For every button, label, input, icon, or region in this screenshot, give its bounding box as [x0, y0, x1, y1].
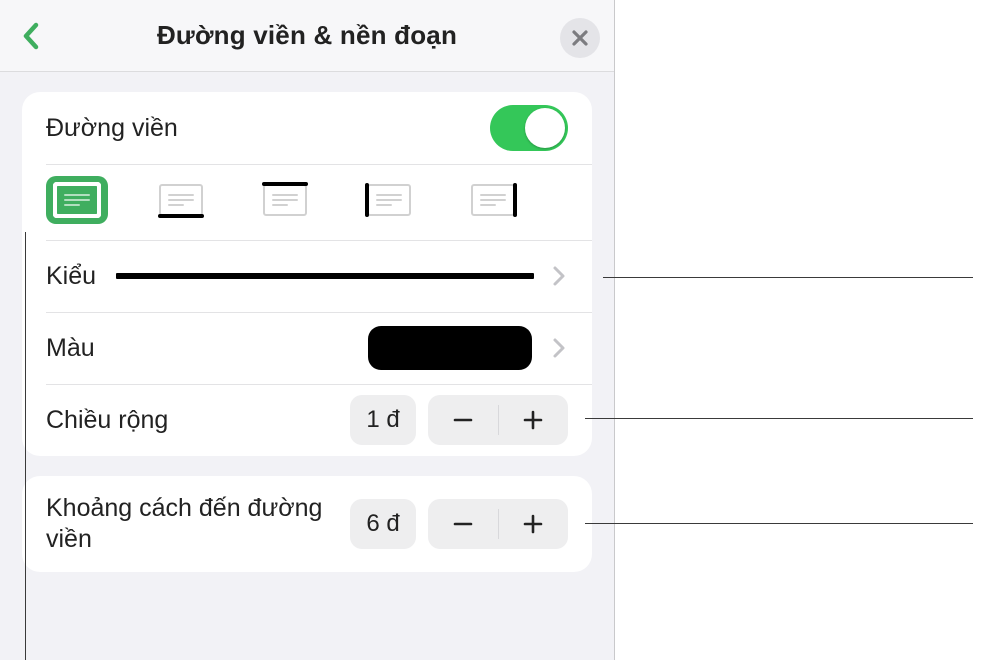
width-increment-button[interactable] [499, 395, 569, 445]
offset-row: Khoảng cách đến đường viền 6 đ [22, 476, 592, 572]
border-toggle-label: Đường viền [46, 114, 178, 143]
line-style-preview [116, 273, 534, 279]
border-position-row [22, 164, 592, 240]
plus-icon [522, 409, 544, 431]
offset-label: Khoảng cách đến đường viền [46, 493, 350, 556]
offset-stepper [428, 499, 568, 549]
chevron-right-icon [550, 262, 568, 290]
offset-decrement-button[interactable] [428, 499, 498, 549]
border-left-icon [367, 184, 411, 216]
offset-value[interactable]: 6 đ [350, 499, 416, 549]
callout-lines [615, 0, 982, 660]
callout-line-vertical [25, 232, 26, 660]
close-icon [571, 29, 589, 47]
border-top-icon [263, 184, 307, 216]
panel-title: Đường viền & nền đoạn [157, 20, 457, 51]
chevron-right-icon [550, 334, 568, 362]
minus-icon [452, 513, 474, 535]
offset-group: Khoảng cách đến đường viền 6 đ [22, 476, 592, 572]
width-value[interactable]: 1 đ [350, 395, 416, 445]
color-label: Màu [46, 334, 95, 363]
minus-icon [452, 409, 474, 431]
color-row[interactable]: Màu [22, 312, 592, 384]
panel-header: Đường viền & nền đoạn [0, 0, 614, 72]
style-row[interactable]: Kiểu [22, 240, 592, 312]
border-pos-left[interactable] [358, 176, 420, 224]
border-toggle[interactable] [490, 105, 568, 151]
border-right-icon [471, 184, 515, 216]
offset-increment-button[interactable] [499, 499, 569, 549]
border-bottom-icon [159, 184, 203, 216]
plus-icon [522, 513, 544, 535]
borders-and-background-panel: Đường viền & nền đoạn Đường viền [0, 0, 615, 660]
style-label: Kiểu [46, 262, 96, 291]
border-pos-bottom[interactable] [150, 176, 212, 224]
back-button[interactable] [10, 14, 54, 58]
close-button[interactable] [560, 18, 600, 58]
width-stepper [428, 395, 568, 445]
border-pos-all[interactable] [46, 176, 108, 224]
toggle-knob [525, 108, 565, 148]
border-toggle-row: Đường viền [22, 92, 592, 164]
width-row: Chiều rộng 1 đ [22, 384, 592, 456]
border-settings-group: Đường viền [22, 92, 592, 456]
chevron-left-icon [21, 21, 43, 51]
width-decrement-button[interactable] [428, 395, 498, 445]
border-pos-top[interactable] [254, 176, 316, 224]
color-swatch [368, 326, 532, 370]
width-label: Chiều rộng [46, 406, 168, 435]
border-all-icon [55, 184, 99, 216]
border-pos-right[interactable] [462, 176, 524, 224]
